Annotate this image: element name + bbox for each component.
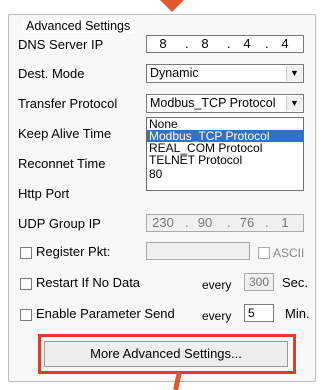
- udp-dot-1: .: [185, 215, 189, 230]
- restart-if-no-data-label: Restart If No Data: [36, 275, 141, 290]
- enable-parameter-send-checkbox[interactable]: [20, 309, 32, 321]
- udp-octet-3: 76: [239, 215, 255, 230]
- transfer-protocol-dropdown-list[interactable]: None Modbus_TCP Protocol REAL_COM Protoc…: [146, 117, 304, 191]
- dest-mode-label: Dest. Mode: [18, 66, 85, 81]
- dns-dot-3: .: [265, 36, 269, 51]
- sec-label: Sec.: [282, 275, 309, 290]
- more-advanced-settings-button[interactable]: More Advanced Settings...: [44, 341, 288, 367]
- udp-dot-2: .: [227, 215, 231, 230]
- udp-dot-3: .: [265, 215, 269, 230]
- dest-mode-select[interactable]: Dynamic ▼: [146, 64, 304, 83]
- http-port-value[interactable]: 80: [147, 168, 303, 180]
- chevron-down-icon[interactable]: ▼: [286, 66, 302, 81]
- transfer-protocol-select[interactable]: Modbus_TCP Protocol ▼: [146, 94, 304, 113]
- register-pkt-input[interactable]: [146, 242, 250, 260]
- register-pkt-label: Register Pkt:: [36, 244, 111, 259]
- restart-if-no-data-checkbox[interactable]: [20, 278, 32, 290]
- udp-octet-1: 230: [152, 215, 174, 230]
- dns-octet-4[interactable]: 4: [271, 36, 299, 52]
- transfer-protocol-value: Modbus_TCP Protocol: [150, 96, 276, 110]
- parameter-send-minutes-input[interactable]: 5: [244, 304, 274, 322]
- dns-octet-1[interactable]: 8: [149, 36, 177, 52]
- register-pkt-checkbox[interactable]: [20, 247, 32, 259]
- chevron-down-icon[interactable]: ▼: [286, 96, 302, 111]
- dns-label: DNS Server IP: [18, 37, 104, 52]
- dns-dot-2: .: [227, 36, 231, 51]
- dest-mode-value: Dynamic: [150, 66, 199, 80]
- annotation-arrow-top: [160, 0, 184, 12]
- udp-group-label: UDP Group IP: [18, 216, 101, 231]
- udp-group-ip-input[interactable]: 230 . 90 . 76 . 1: [146, 214, 304, 232]
- udp-octet-2: 90: [197, 215, 213, 230]
- udp-octet-4: 1: [281, 215, 289, 230]
- min-label: Min.: [285, 306, 310, 321]
- dns-dot-1: .: [185, 36, 189, 51]
- keep-alive-label: Keep Alive Time: [18, 126, 112, 141]
- every-label-2: every: [202, 309, 232, 323]
- ascii-label: ASCII: [273, 246, 305, 260]
- protocol-option[interactable]: TELNET Protocol: [147, 154, 303, 166]
- http-port-label: Http Port: [18, 186, 70, 201]
- enable-parameter-send-label: Enable Parameter Send: [36, 306, 175, 321]
- reconnect-label: Reconnet Time: [18, 156, 106, 171]
- restart-seconds-input[interactable]: 300: [244, 273, 274, 291]
- dns-octet-3[interactable]: 4: [233, 36, 261, 52]
- transfer-protocol-label: Transfer Protocol: [18, 96, 118, 111]
- dns-ip-input[interactable]: 8 . 8 . 4 . 4: [146, 35, 304, 53]
- dns-octet-2[interactable]: 8: [191, 36, 219, 52]
- every-label-1: every: [202, 278, 232, 292]
- group-title: Advanced Settings: [23, 19, 134, 33]
- ascii-checkbox[interactable]: [258, 247, 270, 259]
